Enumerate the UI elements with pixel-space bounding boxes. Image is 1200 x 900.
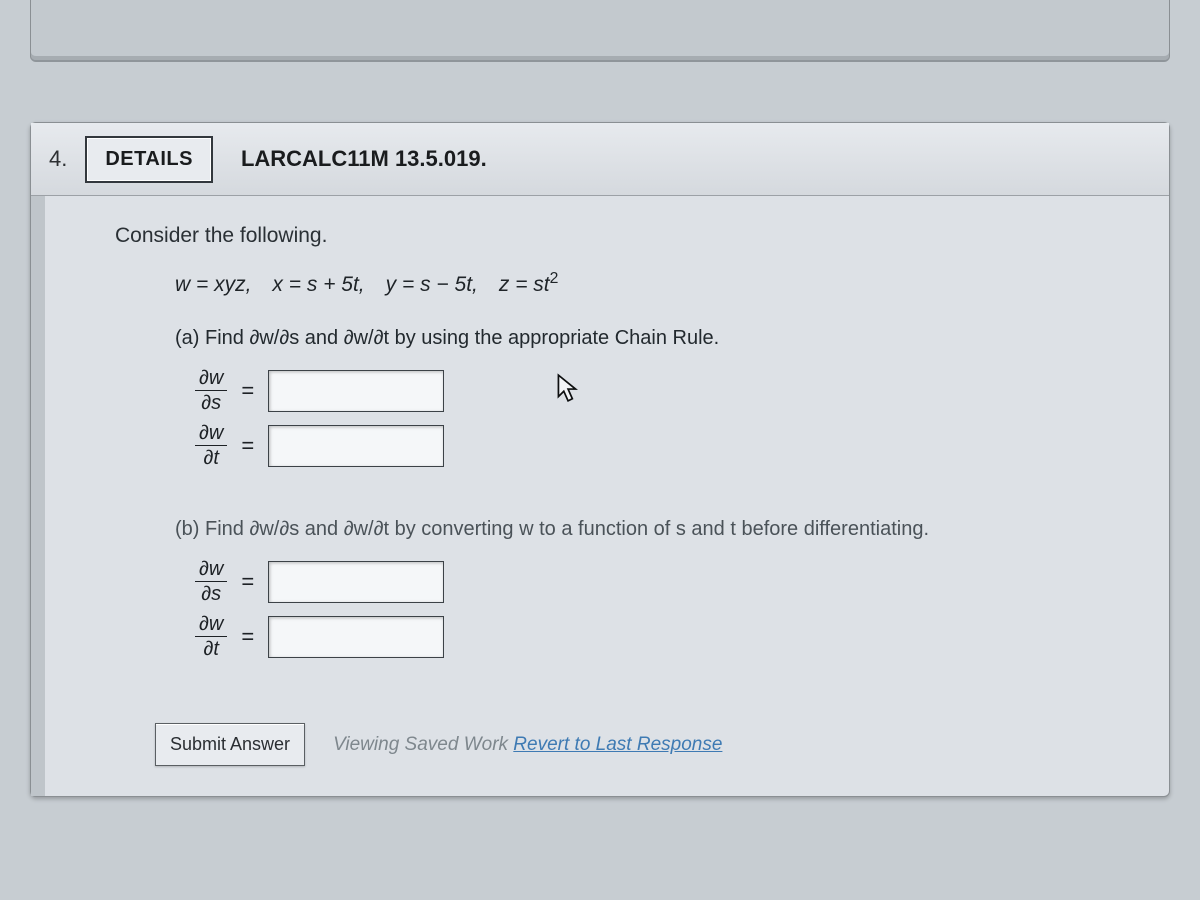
equals-sign: = xyxy=(241,433,254,459)
equals-sign: = xyxy=(241,378,254,404)
equals-sign: = xyxy=(241,569,254,595)
question-footer: Submit Answer Viewing Saved Work Revert … xyxy=(115,723,1139,766)
equals-sign: = xyxy=(241,624,254,650)
part-b-dwds-row: ∂w ∂s = xyxy=(115,559,1139,604)
question-panel: 4. DETAILS LARCALC11M 13.5.019. Consider… xyxy=(30,122,1170,797)
saved-prefix: Viewing Saved Work xyxy=(333,734,513,755)
answer-a-dwds-input[interactable] xyxy=(268,370,444,412)
intro-text: Consider the following. xyxy=(115,224,1139,248)
frac-den: ∂s xyxy=(201,582,221,604)
question-number: 4. xyxy=(49,146,67,172)
section-spacer xyxy=(115,669,1139,705)
part-a-text: (a) Find ∂w/∂s and ∂w/∂t by using the ap… xyxy=(115,323,1139,354)
frac-den: ∂t xyxy=(203,446,218,468)
previous-question-trailing-panel xyxy=(30,0,1170,62)
given-exponent: 2 xyxy=(550,270,559,287)
panel-gap xyxy=(0,62,1200,122)
given-equations: w = xyz, x = s + 5t, y = s − 5t, z = st2 xyxy=(115,270,1139,297)
details-button[interactable]: DETAILS xyxy=(85,136,213,183)
section-spacer xyxy=(115,478,1139,514)
part-a-dwds-row: ∂w ∂s = xyxy=(115,368,1139,413)
cursor-icon xyxy=(554,373,580,408)
question-code: LARCALC11M 13.5.019. xyxy=(241,146,487,172)
left-rail xyxy=(31,196,45,796)
fraction-dw-ds: ∂w ∂s xyxy=(195,368,227,413)
submit-answer-button[interactable]: Submit Answer xyxy=(155,723,305,766)
fraction-dw-ds: ∂w ∂s xyxy=(195,559,227,604)
revert-link[interactable]: Revert to Last Response xyxy=(513,734,722,755)
fraction-dw-dt: ∂w ∂t xyxy=(195,614,227,659)
part-b-dwdt-row: ∂w ∂t = xyxy=(115,614,1139,659)
answer-b-dwdt-input[interactable] xyxy=(268,616,444,658)
frac-den: ∂s xyxy=(201,391,221,413)
saved-work-message: Viewing Saved Work Revert to Last Respon… xyxy=(333,734,722,756)
frac-den: ∂t xyxy=(203,637,218,659)
question-body: Consider the following. w = xyz, x = s +… xyxy=(31,196,1169,796)
answer-a-dwdt-input[interactable] xyxy=(268,425,444,467)
frac-num: ∂w xyxy=(195,614,227,637)
part-b-text: (b) Find ∂w/∂s and ∂w/∂t by converting w… xyxy=(115,514,1139,545)
question-content: Consider the following. w = xyz, x = s +… xyxy=(45,196,1169,796)
frac-num: ∂w xyxy=(195,559,227,582)
frac-num: ∂w xyxy=(195,423,227,446)
frac-num: ∂w xyxy=(195,368,227,391)
fraction-dw-dt: ∂w ∂t xyxy=(195,423,227,468)
answer-b-dwds-input[interactable] xyxy=(268,561,444,603)
part-a-dwdt-row: ∂w ∂t = xyxy=(115,423,1139,468)
question-header: 4. DETAILS LARCALC11M 13.5.019. xyxy=(31,123,1169,196)
given-text: w = xyz, x = s + 5t, y = s − 5t, z = st xyxy=(175,273,550,296)
